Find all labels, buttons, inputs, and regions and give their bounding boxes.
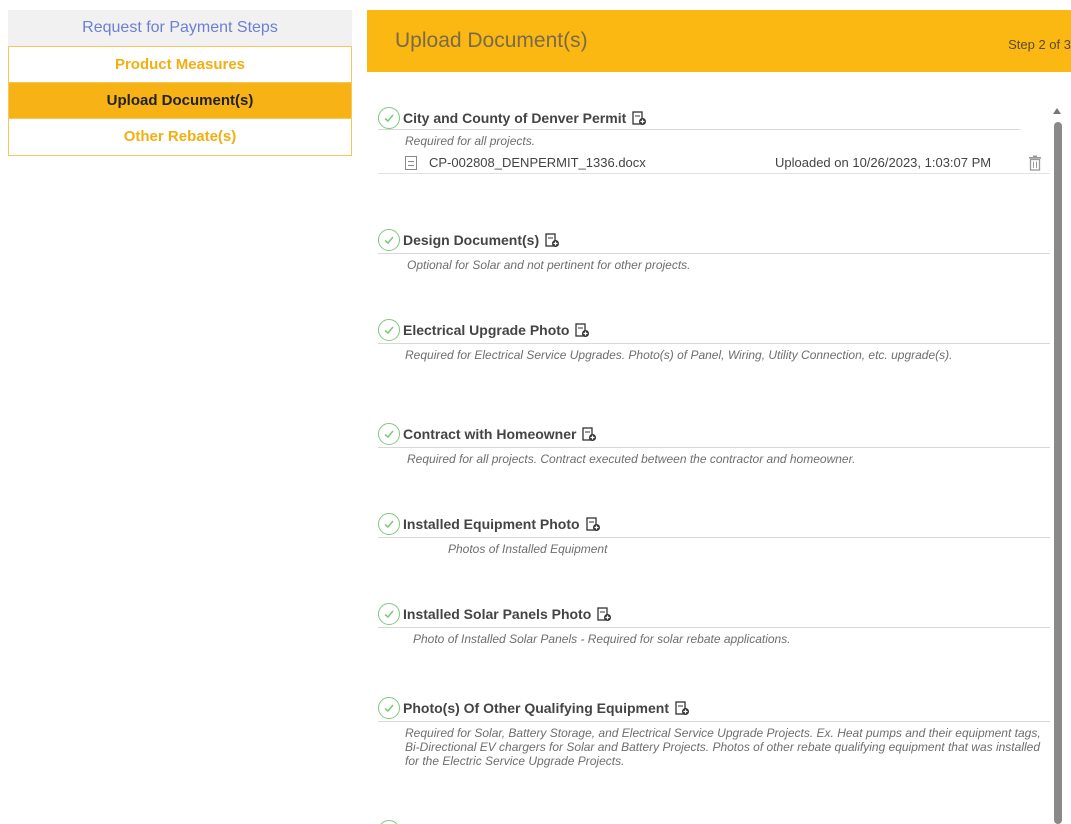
add-file-icon[interactable]: [631, 110, 647, 126]
document-title: Installed Equipment Photo: [403, 515, 580, 532]
document-description: Photo of Installed Solar Panels - Requir…: [413, 632, 791, 646]
check-circle-icon: [378, 512, 400, 535]
check-circle-icon: [378, 696, 400, 719]
uploaded-file-row: CP-002808_DENPERMIT_1336.docx Uploaded o…: [378, 152, 1050, 174]
step-other-rebates[interactable]: Other Rebate(s): [9, 119, 351, 155]
document-item-partial: [378, 814, 1050, 824]
document-header: Contract with Homeowner: [378, 420, 1050, 448]
check-circle-icon: [378, 422, 400, 445]
check-circle-icon: [378, 602, 400, 625]
document-header: Installed Equipment Photo: [378, 510, 1050, 538]
trash-icon[interactable]: [1028, 155, 1042, 171]
check-circle-icon: [378, 228, 400, 251]
document-header: Design Document(s): [378, 226, 1050, 254]
sidebar-header: Request for Payment Steps: [8, 10, 352, 46]
check-circle-icon: [378, 318, 400, 341]
add-file-icon[interactable]: [585, 516, 601, 532]
document-title: Contract with Homeowner: [403, 425, 577, 442]
add-file-icon[interactable]: [574, 322, 590, 338]
document-description: Photos of Installed Equipment: [448, 542, 608, 556]
file-icon: [405, 155, 417, 170]
document-item: Contract with Homeowner Required for all…: [378, 420, 1050, 470]
document-header: Installed Solar Panels Photo: [378, 600, 1050, 628]
document-description: Required for Electrical Service Upgrades…: [405, 348, 953, 362]
document-item: Photo(s) Of Other Qualifying Equipment R…: [378, 694, 1050, 772]
step-indicator: Step 2 of 3: [1008, 37, 1071, 52]
page-header: Upload Document(s) Step 2 of 3: [367, 10, 1071, 72]
check-circle-icon: [378, 106, 400, 129]
file-name[interactable]: CP-002808_DENPERMIT_1336.docx: [429, 155, 775, 170]
document-title: Design Document(s): [403, 231, 540, 248]
document-title: City and County of Denver Permit: [403, 109, 627, 126]
scrollbar-thumb[interactable]: [1054, 122, 1062, 824]
document-header: Electrical Upgrade Photo: [378, 316, 1050, 344]
document-item: Installed Solar Panels Photo Photo of In…: [378, 600, 1050, 650]
document-title: Electrical Upgrade Photo: [403, 321, 570, 338]
steps-list: Product Measures Upload Document(s) Othe…: [8, 46, 352, 156]
document-title: Photo(s) Of Other Qualifying Equipment: [403, 699, 669, 716]
scroll-up-arrow-icon[interactable]: [1053, 108, 1061, 114]
steps-sidebar: Request for Payment Steps Product Measur…: [8, 10, 352, 156]
add-file-icon[interactable]: [581, 426, 597, 442]
add-file-icon[interactable]: [544, 232, 560, 248]
check-circle-icon: [378, 820, 400, 824]
document-title: Installed Solar Panels Photo: [403, 605, 592, 622]
document-description: Required for all projects.: [405, 134, 536, 148]
upload-timestamp: Uploaded on 10/26/2023, 1:03:07 PM: [775, 155, 992, 170]
document-header: Photo(s) Of Other Qualifying Equipment: [378, 694, 1050, 722]
step-upload-documents[interactable]: Upload Document(s): [9, 83, 351, 119]
vertical-scrollbar[interactable]: [1050, 100, 1066, 824]
documents-list: City and County of Denver Permit Require…: [378, 100, 1050, 824]
page-title: Upload Document(s): [395, 29, 588, 52]
document-description: Required for Solar, Battery Storage, and…: [405, 726, 1041, 768]
step-product-measures[interactable]: Product Measures: [9, 47, 351, 83]
document-item: Electrical Upgrade Photo Required for El…: [378, 316, 1050, 366]
add-file-icon[interactable]: [596, 606, 612, 622]
document-item: Installed Equipment Photo Photos of Inst…: [378, 510, 1050, 560]
document-description: Required for all projects. Contract exec…: [407, 452, 856, 466]
document-item: Design Document(s) Optional for Solar an…: [378, 226, 1050, 276]
document-description: Optional for Solar and not pertinent for…: [407, 258, 691, 272]
document-item: City and County of Denver Permit Require…: [378, 106, 1050, 174]
add-file-icon[interactable]: [674, 700, 690, 716]
document-header: City and County of Denver Permit: [378, 106, 1020, 130]
